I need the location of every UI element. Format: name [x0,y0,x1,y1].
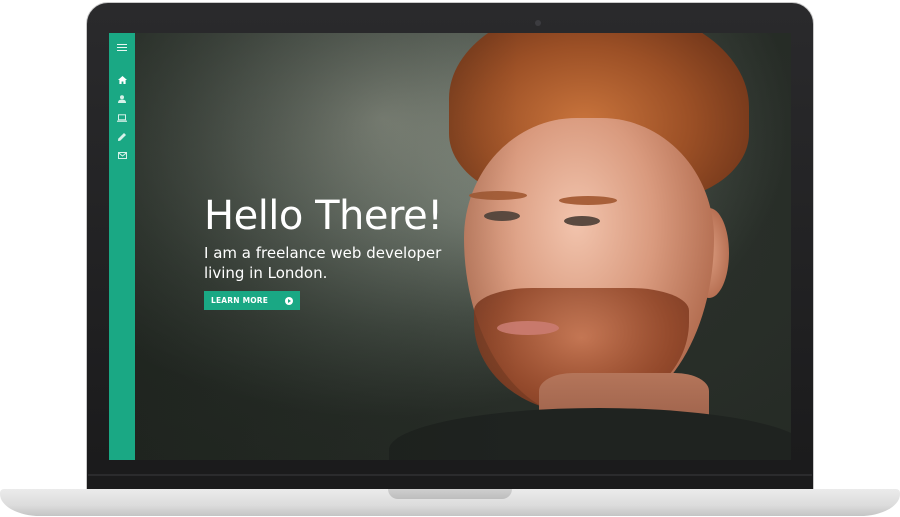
laptop-screen: Hello There! I am a freelance web develo… [109,33,791,460]
hamburger-menu-icon[interactable] [117,44,127,51]
learn-more-label: LEARN MORE [211,296,269,305]
hero-text: Hello There! I am a freelance web develo… [204,193,474,283]
sidebar-item-home[interactable] [116,75,128,84]
sidebar-item-contact[interactable] [116,151,128,160]
envelope-icon [117,152,127,159]
pencil-icon [118,132,126,141]
laptop-bezel-line [88,474,812,476]
sidebar-item-blog[interactable] [116,132,128,141]
sidebar-item-about[interactable] [116,94,128,103]
sidebar-item-portfolio[interactable] [116,113,128,122]
laptop-icon [117,113,127,122]
hero-title: Hello There! [204,193,443,239]
home-icon [117,75,127,84]
sidebar-nav [109,33,135,460]
arrow-circle-icon [285,296,293,305]
laptop-notch [388,489,512,499]
learn-more-button[interactable]: LEARN MORE [204,291,300,310]
sidebar-icon-list [116,75,128,160]
user-icon [118,94,126,103]
hero-subtitle: I am a freelance web developer living in… [204,244,442,282]
webcam-icon [535,20,541,26]
